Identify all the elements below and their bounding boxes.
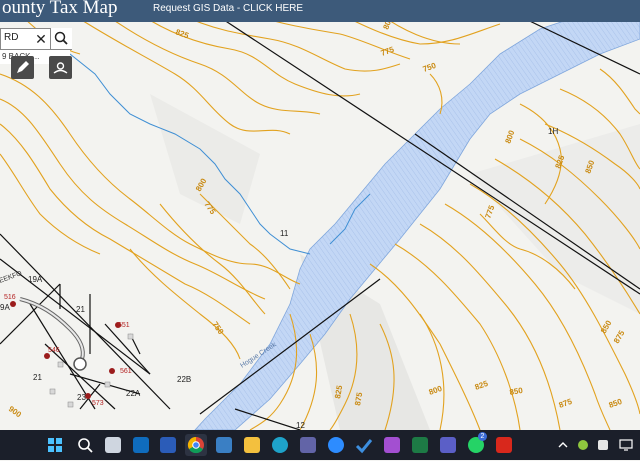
onenote-taskbar-button[interactable] — [381, 434, 403, 456]
folder-icon — [244, 437, 260, 453]
location-icon — [53, 62, 68, 74]
parcel-label: 22B — [177, 375, 191, 384]
search-widget: RD ✕ — [0, 28, 72, 50]
outlook-taskbar-button[interactable] — [130, 434, 152, 456]
parcel-label: 9A — [0, 303, 10, 312]
parcel-label: 1H — [548, 127, 558, 136]
tax-map-canvas[interactable]: 800 775 750 825 800 775 750 800 825 850 … — [0, 14, 640, 430]
address-label: 546 — [48, 347, 60, 354]
calculator-taskbar-button[interactable] — [213, 434, 235, 456]
outlook-icon — [133, 437, 149, 453]
search-input-value: RD — [4, 32, 19, 43]
parcel-label: 23 — [77, 393, 86, 402]
pencil-icon — [17, 61, 29, 73]
chevron-up-icon — [558, 442, 568, 448]
taskbar-search-button[interactable] — [74, 434, 96, 456]
edge-icon — [272, 437, 288, 453]
tray-sync-button[interactable] — [596, 434, 610, 456]
start-button[interactable] — [44, 434, 66, 456]
checkmark-icon — [355, 439, 373, 454]
parcel-label: 22A — [126, 389, 141, 398]
measure-tool-button[interactable] — [11, 56, 34, 79]
task-view-icon — [105, 437, 121, 453]
app-header: ounty Tax Map Request GIS Data - CLICK H… — [0, 0, 640, 22]
chrome-taskbar-button[interactable] — [185, 434, 207, 456]
search-button[interactable] — [50, 28, 72, 49]
network-status-button[interactable] — [616, 434, 636, 456]
whatsapp-taskbar-button[interactable]: 2 — [465, 432, 487, 456]
edge-taskbar-button[interactable] — [269, 434, 291, 456]
parcel-label: 11 — [280, 229, 289, 238]
address-label: 551 — [118, 322, 130, 329]
zoom-icon — [328, 437, 344, 453]
parcel-label: 19A — [28, 275, 43, 284]
onenote-icon — [384, 437, 400, 453]
teams-chat-taskbar-button[interactable] — [437, 434, 459, 456]
word-icon — [160, 437, 176, 453]
search-input[interactable]: RD ✕ — [1, 29, 49, 49]
search-icon — [78, 438, 93, 453]
request-gis-data-link[interactable]: Request GIS Data - CLICK HERE — [153, 3, 303, 14]
acrobat-taskbar-button[interactable] — [493, 434, 515, 456]
monitor-icon — [619, 439, 633, 451]
task-view-button[interactable] — [102, 434, 124, 456]
teams-icon — [300, 437, 316, 453]
tray-app-icon — [578, 440, 588, 450]
acrobat-icon — [496, 437, 512, 453]
show-hidden-icons-button[interactable] — [556, 434, 570, 456]
address-label: 573 — [92, 400, 104, 407]
zoom-taskbar-button[interactable] — [325, 434, 347, 456]
app-title: ounty Tax Map — [2, 0, 118, 18]
search-icon — [54, 31, 68, 45]
parcel-label: 21 — [76, 305, 85, 314]
teams-chat-icon — [440, 437, 456, 453]
address-label: 561 — [120, 368, 132, 375]
calculator-icon — [216, 437, 232, 453]
file-explorer-taskbar-button[interactable] — [241, 434, 263, 456]
todo-taskbar-button[interactable] — [353, 434, 375, 456]
word-taskbar-button[interactable] — [157, 434, 179, 456]
tray-app-button[interactable] — [576, 434, 590, 456]
windows-taskbar: 2 — [0, 430, 640, 460]
whatsapp-badge: 2 — [478, 432, 487, 441]
teams-taskbar-button[interactable] — [297, 434, 319, 456]
parcel-label: 21 — [33, 373, 42, 382]
sync-icon — [598, 440, 608, 450]
excel-taskbar-button[interactable] — [409, 434, 431, 456]
address-label: 516 — [4, 294, 16, 301]
clear-icon[interactable]: ✕ — [34, 30, 48, 48]
excel-icon — [412, 437, 428, 453]
chrome-icon — [187, 436, 204, 454]
windows-start-icon — [48, 438, 62, 452]
locate-tool-button[interactable] — [49, 56, 72, 79]
parcel-label: 12 — [296, 421, 305, 430]
